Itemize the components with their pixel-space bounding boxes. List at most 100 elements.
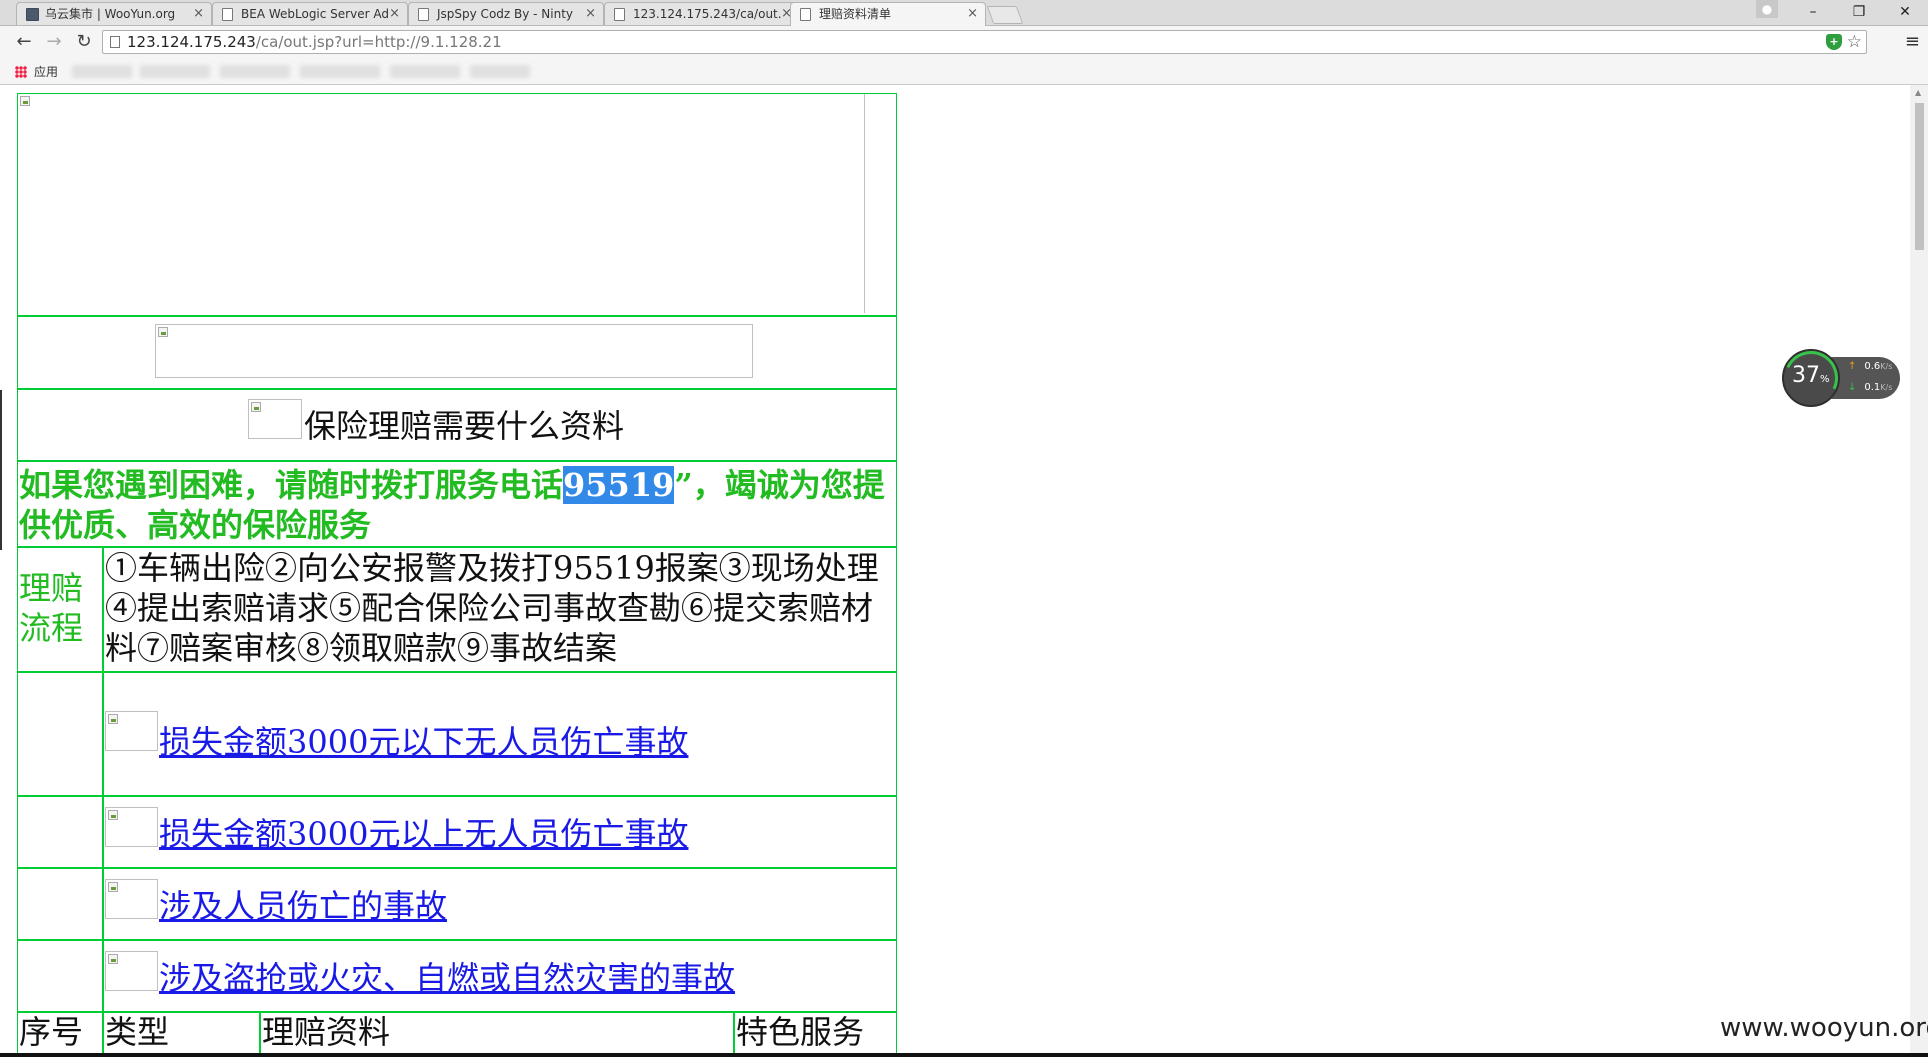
- tab-claims-list[interactable]: 理赔资料清单 ×: [790, 2, 986, 26]
- tab-close-icon[interactable]: ×: [585, 3, 596, 25]
- tab-title: 123.124.175.243/ca/out.: [633, 7, 782, 21]
- apps-grid-icon[interactable]: [15, 66, 27, 78]
- link-cell: 损失金额3000元以上无人员伤亡事故: [103, 796, 897, 868]
- reload-button[interactable]: ↻: [72, 30, 96, 54]
- tab-weblogic[interactable]: BEA WebLogic Server Ad ×: [212, 2, 408, 25]
- security-shield-icon[interactable]: +: [1826, 34, 1842, 50]
- header-number-label: 序号: [19, 1013, 84, 1051]
- browser-menu-icon[interactable]: ≡: [1905, 30, 1920, 54]
- upload-arrow-icon: ↑: [1848, 361, 1857, 372]
- blurred-bookmark[interactable]: [470, 65, 530, 78]
- tab-strip: 乌云集市 | WooYun.org × BEA WebLogic Server …: [0, 0, 1928, 26]
- link-minor-accident[interactable]: 损失金额3000元以下无人员伤亡事故: [159, 722, 688, 762]
- link-major-accident[interactable]: 损失金额3000元以上无人员伤亡事故: [159, 814, 688, 854]
- page-title: 保险理赔需要什么资料: [304, 407, 625, 445]
- bookmarks-bar: 应用: [0, 60, 1928, 85]
- download-value: 0.1: [1864, 382, 1881, 393]
- url-text[interactable]: 123.124.175.243/ca/out.jsp?url=http://9.…: [127, 31, 502, 53]
- banner-cell: [17, 93, 897, 316]
- empty-cell: [17, 868, 103, 940]
- tab-close-icon[interactable]: ×: [193, 3, 204, 25]
- url-host: 123.124.175.243: [127, 33, 256, 51]
- notice-cell: 如果您遇到困难，请随时拨打服务电话95519”，竭诚为您提供优质、高效的保险服务: [17, 461, 897, 547]
- broken-image-icon: [108, 882, 120, 892]
- broken-image-icon: [108, 810, 120, 820]
- blurred-bookmark[interactable]: [220, 65, 290, 78]
- header-number: 序号: [17, 1012, 103, 1054]
- blurred-bookmark[interactable]: [300, 65, 380, 78]
- claims-table: 保险理赔需要什么资料 如果您遇到困难，请随时拨打服务电话95519”，竭诚为您提…: [17, 93, 897, 1054]
- tab-close-icon[interactable]: ×: [967, 3, 978, 25]
- title-image: [248, 399, 302, 439]
- url-path: /ca/out.jsp?url=http://9.1.128.21: [255, 33, 502, 51]
- watermark: www.wooyun.org: [1720, 1013, 1928, 1043]
- tab-title: JspSpy Codz By - Ninty: [437, 7, 574, 21]
- close-window-button[interactable]: ✕: [1882, 0, 1928, 25]
- forward-button[interactable]: →: [42, 30, 66, 54]
- window-edge: [0, 390, 2, 550]
- broken-image-icon: [158, 327, 170, 337]
- empty-cell: [17, 940, 103, 1012]
- percent-sign: %: [1820, 374, 1830, 385]
- address-bar[interactable]: 123.124.175.243/ca/out.jsp?url=http://9.…: [102, 30, 1867, 54]
- empty-cell: [17, 796, 103, 868]
- flow-label: 理赔流程: [19, 569, 84, 647]
- tab-out-jsp[interactable]: 123.124.175.243/ca/out. ×: [604, 2, 800, 25]
- blurred-bookmark[interactable]: [140, 65, 210, 78]
- download-unit: K/s: [1880, 383, 1893, 392]
- apps-label[interactable]: 应用: [34, 60, 58, 84]
- taskbar-edge: [0, 1053, 1928, 1057]
- wooyun-favicon-icon: [26, 8, 39, 21]
- blurred-bookmark[interactable]: [390, 65, 460, 78]
- upload-value: 0.6: [1864, 361, 1881, 372]
- link-injury-accident[interactable]: 涉及人员伤亡的事故: [159, 886, 447, 926]
- link-image: [105, 807, 158, 847]
- network-monitor-widget[interactable]: 37% ↑ 0.6K/s ↓ 0.1K/s: [1776, 343, 1902, 413]
- tab-title: BEA WebLogic Server Ad: [241, 7, 389, 21]
- tab-title: 乌云集市 | WooYun.org: [45, 7, 176, 21]
- minimize-button[interactable]: –: [1790, 0, 1836, 25]
- restore-button[interactable]: ❐: [1836, 0, 1882, 25]
- link-image: [105, 879, 158, 919]
- title-cell: 保险理赔需要什么资料: [17, 389, 897, 461]
- tab-jspspy[interactable]: JspSpy Codz By - Ninty ×: [408, 2, 604, 25]
- flow-steps-cell: ①车辆出险②向公安报警及拨打95519报案③现场处理④提出索赔请求⑤配合保险公司…: [103, 547, 897, 672]
- download-speed: ↓ 0.1K/s: [1848, 382, 1892, 393]
- vertical-scrollbar[interactable]: ▲: [1910, 85, 1928, 1057]
- window-controls: – ❐ ✕: [1790, 0, 1928, 25]
- sub-banner-cell: [17, 316, 897, 389]
- link-theft-fire-disaster[interactable]: 涉及盗抢或火灾、自燃或自然灾害的事故: [159, 958, 735, 998]
- new-tab-button[interactable]: [986, 6, 1024, 24]
- tab-close-icon[interactable]: ×: [389, 3, 400, 25]
- header-type-label: 类型: [105, 1013, 170, 1051]
- empty-cell: [17, 672, 103, 796]
- flow-label-cell: 理赔流程: [17, 547, 103, 672]
- link-cell: 涉及盗抢或火灾、自燃或自然灾害的事故: [103, 940, 897, 1012]
- link-image: [105, 711, 158, 751]
- back-button[interactable]: ←: [12, 30, 36, 54]
- page-icon: [110, 36, 120, 48]
- blurred-bookmark[interactable]: [72, 65, 132, 78]
- scroll-up-icon[interactable]: ▲: [1915, 88, 1921, 97]
- broken-image-icon: [251, 402, 263, 412]
- usage-percent: 37%: [1792, 363, 1830, 393]
- download-arrow-icon: ↓: [1848, 382, 1857, 393]
- sub-banner-image: [155, 324, 753, 378]
- page-favicon-icon: [800, 8, 811, 21]
- header-type: 类型: [103, 1012, 260, 1054]
- link-cell: 涉及人员伤亡的事故: [103, 868, 897, 940]
- selected-phone-number[interactable]: 95519: [563, 466, 675, 504]
- broken-image-icon: [20, 96, 32, 106]
- scrollbar-thumb[interactable]: [1915, 103, 1924, 250]
- header-documents-label: 理赔资料: [262, 1013, 391, 1051]
- header-features-label: 特色服务: [736, 1013, 865, 1051]
- upload-unit: K/s: [1880, 362, 1893, 371]
- header-documents: 理赔资料: [260, 1012, 734, 1054]
- bookmark-star-icon[interactable]: ☆: [1847, 31, 1862, 53]
- banner-image: [18, 94, 865, 313]
- profile-icon[interactable]: ●: [1756, 0, 1778, 18]
- usage-percent-value: 37: [1792, 363, 1820, 388]
- header-features: 特色服务: [734, 1012, 897, 1054]
- tab-wooyun[interactable]: 乌云集市 | WooYun.org ×: [16, 2, 212, 25]
- tab-title: 理赔资料清单: [819, 7, 892, 21]
